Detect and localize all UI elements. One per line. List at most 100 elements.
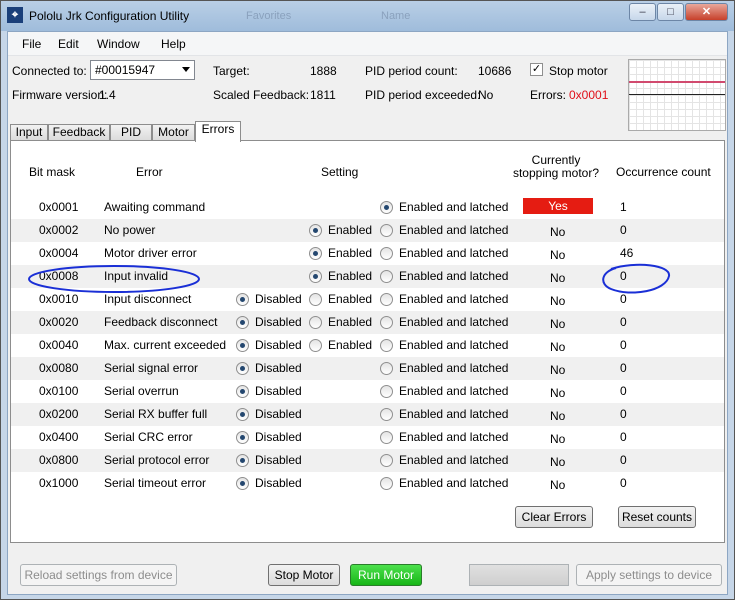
tab-motor[interactable]: Motor [152,124,195,141]
stopping-motor-value: No [550,317,566,331]
radio-disabled[interactable] [236,362,249,375]
error-row: 0x0002 No power Enabled Enabled and latched… [11,219,724,242]
radio-latched[interactable] [380,385,393,398]
header-bitmask: Bit mask [29,165,76,179]
radio-latched[interactable] [380,293,393,306]
window-controls: – □ ✕ [629,3,728,21]
radio-latched[interactable] [380,339,393,352]
stopping-motor-value: No [550,340,566,354]
reset-counts-button[interactable]: Reset counts [618,506,696,528]
option-label-latched: Enabled and latched [399,292,509,306]
radio-disabled[interactable] [236,454,249,467]
radio-disabled[interactable] [236,431,249,444]
graph-feedback-line [629,94,725,95]
option-label-latched: Enabled and latched [399,407,509,421]
apply-settings-button[interactable]: Apply settings to device [576,564,722,586]
stopping-motor-value: No [550,409,566,423]
title-bar[interactable]: ⌖ Pololu Jrk Configuration Utility Favor… [1,1,734,31]
stop-motor-checkbox[interactable]: ✓ [530,63,543,76]
stopping-motor-value: No [550,271,566,285]
menu-file[interactable]: File [22,37,41,51]
device-select[interactable]: #00015947 [90,60,195,80]
background-window-text: Name [381,10,411,22]
option-label-latched: Enabled and latched [399,200,509,214]
radio-enabled[interactable] [309,293,322,306]
header-error: Error [136,165,163,179]
radio-disabled[interactable] [236,477,249,490]
error-bitmask: 0x0800 [39,453,79,467]
radio-enabled[interactable] [309,270,322,283]
feedback-graph[interactable] [628,59,726,131]
error-row: 0x0001 Awaiting command Enabled and latche… [11,196,724,219]
error-name: Input disconnect [104,292,192,306]
option-label-disabled: Disabled [255,338,302,352]
occurrence-count: 0 [620,384,627,398]
error-row: 0x0004 Motor driver error Enabled Enabled a… [11,242,724,265]
radio-disabled[interactable] [236,293,249,306]
errors-value: 0x0001 [569,88,609,102]
radio-disabled[interactable] [236,408,249,421]
radio-disabled[interactable] [236,316,249,329]
error-name: Serial RX buffer full [104,407,208,421]
app-window: ⌖ Pololu Jrk Configuration Utility Favor… [0,0,735,600]
error-row: 0x0800 Serial protocol error Disabled Enabl… [11,449,724,472]
radio-latched[interactable] [380,270,393,283]
radio-disabled[interactable] [236,385,249,398]
occurrence-count: 0 [620,269,627,283]
radio-latched[interactable] [380,201,393,214]
window-title: Pololu Jrk Configuration Utility [29,9,190,23]
menu-help[interactable]: Help [161,37,186,51]
radio-latched[interactable] [380,454,393,467]
maximize-icon[interactable]: □ [657,3,684,21]
tab-input[interactable]: Input [10,124,48,141]
stop-motor-button[interactable]: Stop Motor [268,564,340,586]
menu-edit[interactable]: Edit [58,37,79,51]
radio-latched[interactable] [380,247,393,260]
tab-errors[interactable]: Errors [195,121,241,142]
scaled-feedback-label: Scaled Feedback: [213,88,310,102]
occurrence-count: 1 [620,200,627,214]
occurrence-count: 0 [620,338,627,352]
error-bitmask: 0x0008 [39,269,79,283]
radio-enabled[interactable] [309,224,322,237]
radio-enabled[interactable] [309,247,322,260]
radio-latched[interactable] [380,316,393,329]
connected-label: Connected to: [12,64,87,78]
close-icon[interactable]: ✕ [685,3,728,21]
radio-disabled[interactable] [236,339,249,352]
tab-pid[interactable]: PID [110,124,152,141]
option-label-latched: Enabled and latched [399,453,509,467]
radio-latched[interactable] [380,431,393,444]
run-motor-button[interactable]: Run Motor [350,564,422,586]
error-row: 0x0080 Serial signal error Disabled Enabled… [11,357,724,380]
stopping-motor-value: No [550,294,566,308]
radio-latched[interactable] [380,362,393,375]
clear-errors-button[interactable]: Clear Errors [515,506,593,528]
radio-enabled[interactable] [309,316,322,329]
stopping-motor-badge: Yes [523,198,593,214]
tab-feedback[interactable]: Feedback [48,124,110,141]
reload-settings-button[interactable]: Reload settings from device [20,564,177,586]
radio-enabled[interactable] [309,339,322,352]
radio-latched[interactable] [380,408,393,421]
error-bitmask: 0x0002 [39,223,79,237]
error-row: 0x0200 Serial RX buffer full Disabled Enabl… [11,403,724,426]
option-label-latched: Enabled and latched [399,476,509,490]
radio-latched[interactable] [380,224,393,237]
scaled-feedback-value: 1811 [310,88,336,102]
occurrence-count: 0 [620,476,627,490]
minimize-icon[interactable]: – [629,3,656,21]
occurrence-count: 0 [620,361,627,375]
stopping-motor-value: No [550,432,566,446]
radio-latched[interactable] [380,477,393,490]
stopping-motor-value: No [550,248,566,262]
error-bitmask: 0x0100 [39,384,79,398]
occurrence-count: 0 [620,223,627,237]
error-row: 0x0100 Serial overrun Disabled Enabled and … [11,380,724,403]
option-label-latched: Enabled and latched [399,338,509,352]
menu-window[interactable]: Window [97,37,140,51]
option-label-latched: Enabled and latched [399,223,509,237]
client-area: File Edit Window Help Connected to: #000… [7,31,728,595]
target-value: 1888 [310,64,337,78]
stopping-motor-value: No [550,386,566,400]
